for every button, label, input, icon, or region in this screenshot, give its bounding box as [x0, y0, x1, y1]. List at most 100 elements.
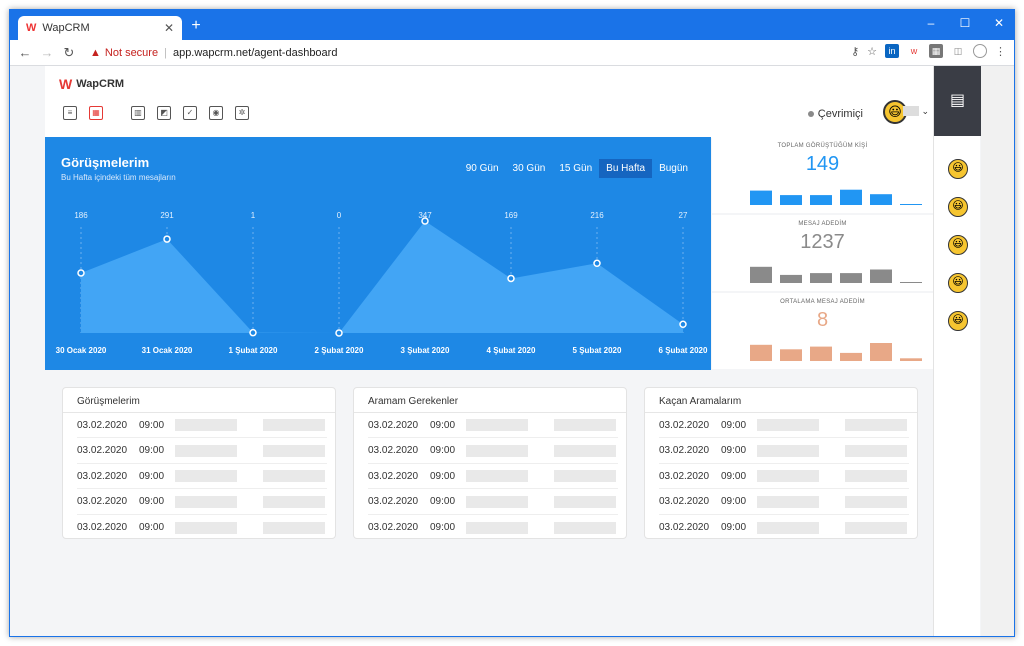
list-row[interactable]: 03.02.2020 09:00 — [659, 464, 909, 489]
url-field[interactable]: app.wapcrm.net/agent-dashboard — [173, 47, 338, 59]
chat-icon[interactable]: ▤ — [934, 66, 981, 136]
stat-bar — [810, 346, 832, 361]
settings-icon[interactable]: ✲ — [235, 106, 249, 120]
range-option[interactable]: Bu Hafta — [599, 159, 653, 178]
range-option[interactable]: 15 Gün — [552, 159, 599, 178]
data-point[interactable] — [679, 320, 687, 329]
redacted-number — [263, 419, 325, 431]
puzzle-extension-icon[interactable]: ◫ — [951, 44, 965, 58]
redacted-number — [554, 419, 616, 431]
back-button[interactable]: ← — [14, 45, 36, 60]
chart-title: Görüşmelerim — [61, 155, 150, 170]
list-row[interactable]: 03.02.2020 09:00 — [659, 439, 909, 464]
address-separator: | — [164, 46, 167, 59]
x-tick-label: 4 Şubat 2020 — [487, 346, 536, 355]
list-row[interactable]: 03.02.2020 09:00 — [659, 515, 909, 540]
window-close-button[interactable]: ✕ — [982, 10, 1014, 40]
stat-sparkbars — [750, 343, 922, 361]
maximize-button[interactable]: ☐ — [948, 10, 982, 40]
user-menu-caret-icon[interactable]: ⌄ — [921, 106, 929, 117]
stat-bar — [870, 269, 892, 283]
wapcrm-extension-icon[interactable]: w — [907, 44, 921, 58]
range-option[interactable]: 90 Gün — [459, 159, 506, 178]
value-label: 186 — [74, 211, 88, 220]
reports-icon[interactable]: ▥ — [131, 106, 145, 120]
online-status[interactable]: Çevrimiçi — [807, 108, 863, 120]
new-tab-button[interactable]: + — [186, 16, 206, 36]
range-option[interactable]: Bugün — [652, 159, 695, 178]
list-row[interactable]: 03.02.2020 09:00 — [659, 413, 909, 438]
analytics-icon[interactable]: ◩ — [157, 106, 171, 120]
stat-bar — [750, 190, 772, 205]
stat-value: 149 — [805, 153, 840, 175]
list-row[interactable]: 03.02.2020 09:00 — [77, 413, 327, 438]
list-row[interactable]: 03.02.2020 09:00 — [368, 515, 618, 540]
x-tick-label: 1 Şubat 2020 — [229, 346, 278, 355]
wapcrm-logo[interactable]: W WapCRM — [59, 76, 124, 92]
list-row[interactable]: 03.02.2020 09:00 — [659, 490, 909, 515]
sidebar-user-avatar[interactable]: 😃 — [948, 311, 968, 331]
x-tick-label: 3 Şubat 2020 — [401, 346, 450, 355]
data-point[interactable] — [593, 259, 601, 268]
list-row[interactable]: 03.02.2020 09:00 — [77, 439, 327, 464]
stat-label: ORTALAMA MESAJ ADEDİM — [780, 299, 865, 305]
sidebar-user-avatar[interactable]: 😃 — [948, 159, 968, 179]
row-time: 09:00 — [139, 419, 165, 431]
star-icon[interactable]: ☆ — [867, 45, 877, 58]
contacts-icon[interactable]: ◉ — [209, 106, 223, 120]
title-bar: W WapCRM ✕ + – ☐ ✕ — [10, 10, 1014, 40]
tab-close-icon[interactable]: ✕ — [164, 21, 174, 35]
messages-icon[interactable]: ≡ — [63, 106, 77, 120]
data-point[interactable] — [507, 274, 515, 283]
scrollbar[interactable] — [981, 66, 1014, 636]
x-tick-label: 30 Ocak 2020 — [56, 346, 107, 355]
series-area — [81, 221, 683, 333]
redacted-contact — [175, 495, 237, 508]
forward-button[interactable]: → — [36, 45, 58, 60]
reload-button[interactable]: ↻ — [58, 45, 80, 61]
extension-icon[interactable]: ▦ — [929, 44, 943, 58]
security-indicator[interactable]: ▲ Not secure — [90, 47, 158, 59]
sidebar-user-avatar[interactable]: 😃 — [948, 197, 968, 217]
data-point[interactable] — [77, 269, 85, 277]
data-point[interactable] — [249, 328, 257, 337]
browser-tab[interactable]: W WapCRM ✕ — [18, 16, 182, 40]
list-row[interactable]: 03.02.2020 09:00 — [368, 464, 618, 489]
tasks-icon[interactable]: ✓ — [183, 106, 197, 120]
stat-bar — [750, 344, 772, 361]
list-title: Görüşmelerim — [77, 396, 140, 407]
sidebar-user-avatar[interactable]: 😃 — [948, 273, 968, 293]
list-row[interactable]: 03.02.2020 09:00 — [368, 490, 618, 515]
stat-bar — [900, 282, 922, 283]
row-time: 09:00 — [721, 522, 747, 533]
linkedin-extension-icon[interactable]: in — [885, 44, 899, 58]
redacted-contact — [757, 419, 819, 431]
minimize-button[interactable]: – — [914, 10, 948, 40]
list-row[interactable]: 03.02.2020 09:00 — [368, 413, 618, 438]
stat-label: TOPLAM GÖRÜŞTÜĞÜM KİŞİ — [777, 143, 868, 149]
stat-bar — [810, 273, 832, 283]
list-row[interactable]: 03.02.2020 09:00 — [77, 464, 327, 489]
range-selector: 90 Gün 30 Gün 15 Gün Bu Hafta Bugün — [459, 159, 695, 178]
key-icon[interactable]: ⚷ — [851, 45, 859, 58]
data-point[interactable] — [335, 329, 343, 337]
menu-dots-icon[interactable]: ⋮ — [995, 45, 1006, 58]
row-time: 09:00 — [430, 522, 456, 533]
list-row[interactable]: 03.02.2020 09:00 — [368, 439, 618, 464]
logo-text: WapCRM — [76, 78, 125, 90]
redacted-contact — [175, 419, 237, 431]
list-row[interactable]: 03.02.2020 09:00 — [77, 490, 327, 515]
warning-icon: ▲ — [90, 46, 101, 59]
list-card: Aramam Gerekenler 03.02.2020 09:00 03.02.20… — [353, 387, 627, 539]
stat-bar — [870, 343, 892, 361]
redacted-number — [845, 521, 907, 534]
data-point[interactable] — [163, 235, 171, 243]
profile-icon[interactable] — [973, 44, 987, 58]
list-card: Kaçan Aramalarım 03.02.2020 09:00 03.02.202… — [644, 387, 918, 539]
dashboard-icon[interactable]: ▦ — [89, 106, 103, 120]
list-row[interactable]: 03.02.2020 09:00 — [77, 515, 327, 540]
row-date: 03.02.2020 — [77, 496, 128, 507]
redacted-number — [845, 419, 907, 431]
sidebar-user-avatar[interactable]: 😃 — [948, 235, 968, 255]
range-option[interactable]: 30 Gün — [506, 159, 553, 178]
